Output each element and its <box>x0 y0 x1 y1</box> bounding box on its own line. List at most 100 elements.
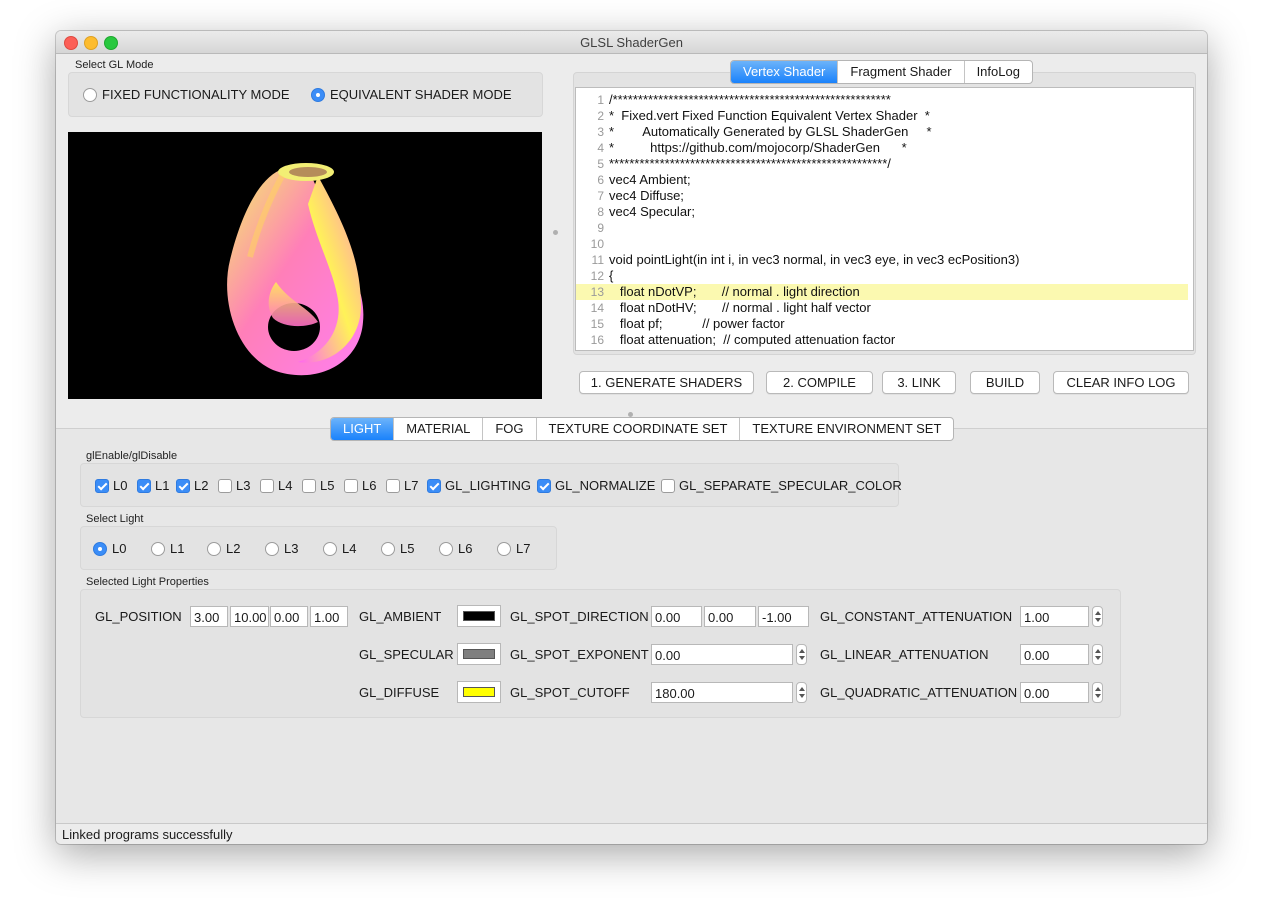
radio-light-l4[interactable]: L4 <box>323 541 356 556</box>
check-gl-normalize[interactable]: GL_NORMALIZE <box>537 478 655 493</box>
code-text: * Fixed.vert Fixed Function Equivalent V… <box>609 108 930 123</box>
check-l6[interactable]: L6 <box>344 478 376 493</box>
tab-infolog[interactable]: InfoLog <box>965 61 1032 83</box>
check-l1[interactable]: L1 <box>137 478 169 493</box>
linear-attenuation-stepper[interactable] <box>1092 644 1103 665</box>
tab-texture-environment-set[interactable]: TEXTURE ENVIRONMENT SET <box>740 418 953 440</box>
ambient-color-button[interactable] <box>457 605 501 627</box>
diffuse-color-swatch <box>463 687 495 697</box>
code-text: void pointLight(in int i, in vec3 normal… <box>609 252 1020 267</box>
position-y-input[interactable]: 10.00 <box>230 606 269 627</box>
compile-button[interactable]: 2. COMPILE <box>766 371 873 394</box>
radio-light-l5-label: L5 <box>400 541 415 556</box>
check-separate-specular[interactable]: GL_SEPARATE_SPECULAR_COLOR <box>661 478 902 493</box>
splitter-handle[interactable] <box>553 230 558 235</box>
checkbox-indicator <box>176 478 190 493</box>
line-number: 13 <box>590 285 604 299</box>
check-gl-normalize-label: GL_NORMALIZE <box>555 478 656 493</box>
spot-exponent-input[interactable]: 0.00 <box>651 644 793 665</box>
code-text: vec4 Diffuse; <box>609 188 684 203</box>
radio-indicator <box>151 541 165 556</box>
radio-light-l0[interactable]: L0 <box>93 541 126 556</box>
code-line[interactable]: 5 ***************************************… <box>576 156 1193 172</box>
check-l4[interactable]: L4 <box>260 478 292 493</box>
code-line[interactable]: 11 void pointLight(in int i, in vec3 norm… <box>576 252 1193 268</box>
check-l5[interactable]: L5 <box>302 478 334 493</box>
spot-direction-x-input[interactable]: 0.00 <box>651 606 702 627</box>
quadratic-attenuation-stepper[interactable] <box>1092 682 1103 703</box>
code-text: float attenuation; // computed attenuati… <box>609 332 896 347</box>
tab-vertex-shader[interactable]: Vertex Shader <box>731 61 839 83</box>
diffuse-color-button[interactable] <box>457 681 501 703</box>
check-l0[interactable]: L0 <box>95 478 127 493</box>
tab-fog[interactable]: FOG <box>483 418 537 440</box>
radio-light-l2-label: L2 <box>226 541 241 556</box>
tab-light[interactable]: LIGHT <box>331 418 395 440</box>
code-line[interactable]: 12 { <box>576 268 1193 284</box>
spot-exponent-stepper[interactable] <box>796 644 807 665</box>
check-l2[interactable]: L2 <box>176 478 208 493</box>
tab-material[interactable]: MATERIAL <box>394 418 484 440</box>
constant-attenuation-input[interactable]: 1.00 <box>1020 606 1089 627</box>
code-line[interactable]: 2 * Fixed.vert Fixed Function Equivalent … <box>576 108 1193 124</box>
radio-light-l3[interactable]: L3 <box>265 541 298 556</box>
radio-light-l7[interactable]: L7 <box>497 541 530 556</box>
code-line[interactable]: 8 vec4 Specular; <box>576 204 1193 220</box>
code-line[interactable]: 6 vec4 Ambient; <box>576 172 1193 188</box>
radio-light-l1[interactable]: L1 <box>151 541 184 556</box>
check-l7[interactable]: L7 <box>386 478 418 493</box>
code-line[interactable]: 3 * Automatically Generated by GLSL Shade… <box>576 124 1193 140</box>
code-line[interactable]: 15 float pf; // power factor <box>576 316 1193 332</box>
code-text: float nDotHV; // normal . light half vec… <box>609 300 871 315</box>
radio-light-l0-label: L0 <box>112 541 127 556</box>
code-line[interactable]: 7 vec4 Diffuse; <box>576 188 1193 204</box>
gl-enable-label: glEnable/glDisable <box>86 450 178 462</box>
spot-cutoff-stepper[interactable] <box>796 682 807 703</box>
code-editor[interactable]: 1 /**************************************… <box>575 87 1194 351</box>
spot-cutoff-input[interactable]: 180.00 <box>651 682 793 703</box>
radio-light-l5[interactable]: L5 <box>381 541 414 556</box>
radio-indicator <box>323 541 337 556</box>
specular-color-button[interactable] <box>457 643 501 665</box>
radio-light-l3-label: L3 <box>284 541 299 556</box>
check-gl-lighting[interactable]: GL_LIGHTING <box>427 478 531 493</box>
line-number: 10 <box>590 237 604 251</box>
radio-light-l2[interactable]: L2 <box>207 541 240 556</box>
fixed-mode-radio[interactable]: FIXED FUNCTIONALITY MODE <box>83 87 290 102</box>
clear-info-log-button[interactable]: CLEAR INFO LOG <box>1053 371 1189 394</box>
check-l3[interactable]: L3 <box>218 478 250 493</box>
code-line[interactable]: 13 float nDotVP; // normal . light direc… <box>576 284 1188 300</box>
code-line[interactable]: 9 <box>576 220 1193 236</box>
line-number: 1 <box>597 93 604 107</box>
shader-mode-radio[interactable]: EQUIVALENT SHADER MODE <box>311 87 512 102</box>
spot-direction-z-input[interactable]: -1.00 <box>758 606 809 627</box>
code-line[interactable]: 14 float nDotHV; // normal . light half … <box>576 300 1193 316</box>
checkbox-indicator <box>537 478 551 493</box>
line-number: 2 <box>597 109 604 123</box>
code-line[interactable]: 16 float attenuation; // computed attenu… <box>576 332 1193 348</box>
line-number: 15 <box>590 317 604 331</box>
radio-indicator <box>207 541 221 556</box>
status-message: Linked programs successfully <box>62 827 233 842</box>
tab-fragment-shader[interactable]: Fragment Shader <box>838 61 965 83</box>
generate-shaders-button[interactable]: 1. GENERATE SHADERS <box>579 371 754 394</box>
code-line[interactable]: 10 <box>576 236 1193 252</box>
code-line[interactable]: 1 /**************************************… <box>576 92 1193 108</box>
tab-texture-coordinate-set[interactable]: TEXTURE COORDINATE SET <box>537 418 741 440</box>
build-button[interactable]: BUILD <box>970 371 1040 394</box>
linear-attenuation-input[interactable]: 0.00 <box>1020 644 1089 665</box>
quadratic-attenuation-input[interactable]: 0.00 <box>1020 682 1089 703</box>
constant-attenuation-stepper[interactable] <box>1092 606 1103 627</box>
spot-direction-y-input[interactable]: 0.00 <box>704 606 756 627</box>
code-line[interactable]: 4 * https://github.com/mojocorp/ShaderGen… <box>576 140 1193 156</box>
checkbox-indicator <box>661 478 675 493</box>
position-x-input[interactable]: 3.00 <box>190 606 228 627</box>
radio-light-l4-label: L4 <box>342 541 357 556</box>
link-button[interactable]: 3. LINK <box>882 371 956 394</box>
gl-viewport[interactable] <box>68 132 542 399</box>
radio-light-l6[interactable]: L6 <box>439 541 472 556</box>
position-w-input[interactable]: 1.00 <box>310 606 348 627</box>
light-properties-label: Selected Light Properties <box>86 576 209 588</box>
checkbox-indicator <box>427 478 441 493</box>
position-z-input[interactable]: 0.00 <box>270 606 308 627</box>
